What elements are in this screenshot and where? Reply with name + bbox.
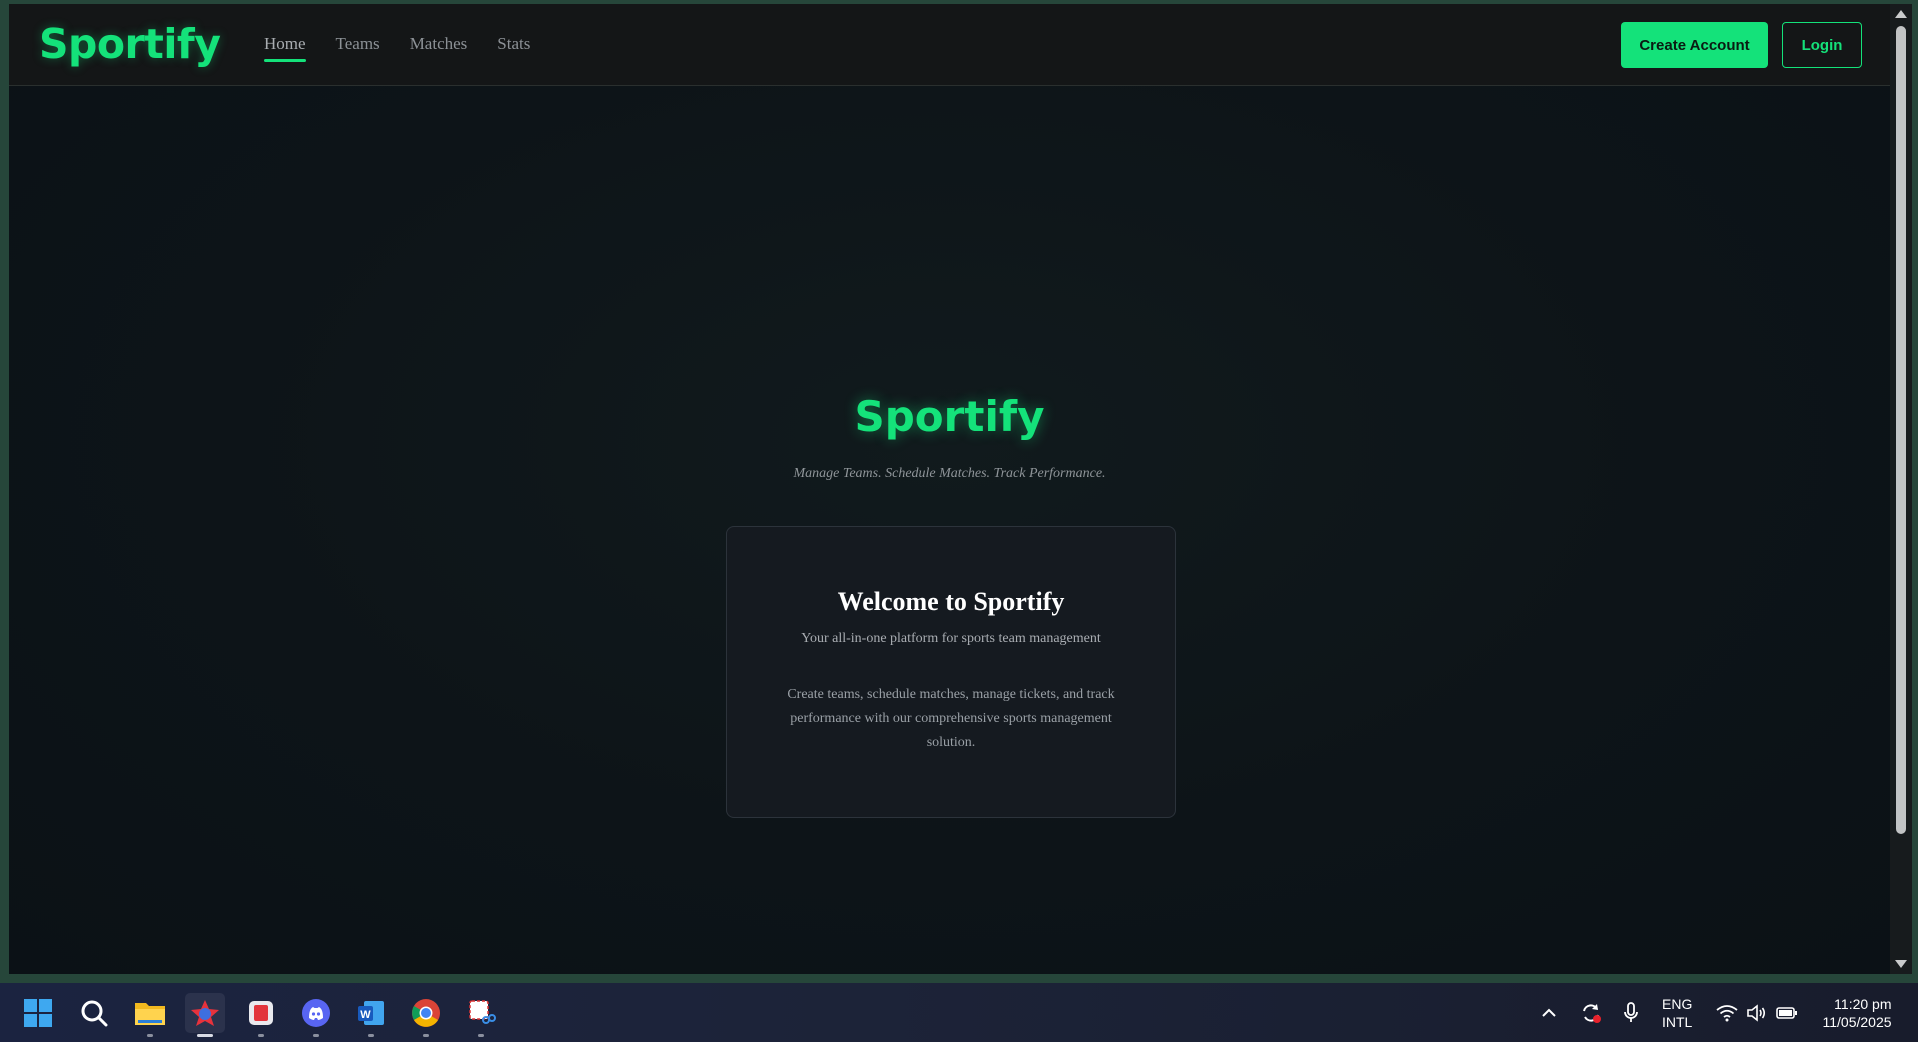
- nav-link-matches[interactable]: Matches: [410, 34, 468, 54]
- language-code: ENG: [1662, 995, 1693, 1012]
- tray-chevron-up-icon[interactable]: [1540, 983, 1558, 1042]
- language-indicator[interactable]: ENG INTL: [1662, 983, 1692, 1042]
- browser-viewport: Sportify Home Teams Matches Stats Create…: [9, 4, 1890, 974]
- scrollbar-thumb[interactable]: [1896, 26, 1906, 834]
- microphone-icon[interactable]: [1623, 983, 1639, 1042]
- login-button[interactable]: Login: [1782, 22, 1862, 68]
- taskbar: W ENG INTL 11:20 pm 11/05/2025: [0, 983, 1918, 1042]
- svg-text:W: W: [360, 1009, 371, 1021]
- volume-icon[interactable]: [1746, 983, 1766, 1042]
- scroll-up-arrow-icon[interactable]: [1895, 10, 1907, 18]
- running-indicator: [368, 1034, 374, 1037]
- sync-icon[interactable]: [1579, 983, 1603, 1042]
- nav-links: Home Teams Matches Stats: [264, 34, 530, 62]
- battery-icon[interactable]: [1776, 983, 1798, 1042]
- search-icon[interactable]: [74, 993, 114, 1033]
- top-nav: Sportify Home Teams Matches Stats Create…: [9, 4, 1890, 86]
- welcome-card-body: Create teams, schedule matches, manage t…: [787, 687, 1115, 750]
- welcome-card: Welcome to Sportify Your all-in-one plat…: [726, 526, 1176, 818]
- discord-icon[interactable]: [296, 993, 336, 1037]
- desktop-frame: Sportify Home Teams Matches Stats Create…: [0, 0, 1918, 983]
- hero-subtitle: Manage Teams. Schedule Matches. Track Pe…: [793, 466, 1106, 481]
- chrome-icon[interactable]: [406, 993, 446, 1037]
- nav-link-home[interactable]: Home: [264, 34, 306, 62]
- clock[interactable]: 11:20 pm 11/05/2025: [1812, 983, 1902, 1042]
- snipping-tool-icon[interactable]: [461, 993, 501, 1037]
- running-indicator: [423, 1034, 429, 1037]
- word-icon[interactable]: W: [351, 993, 391, 1037]
- red-app-icon[interactable]: [241, 993, 281, 1037]
- running-indicator: [478, 1034, 484, 1037]
- running-indicator: [258, 1034, 264, 1037]
- clock-time: 11:20 pm: [1834, 995, 1892, 1012]
- keyboard-layout: INTL: [1662, 1013, 1693, 1030]
- welcome-card-tagline: Your all-in-one platform for sports team…: [801, 631, 1101, 646]
- create-account-button[interactable]: Create Account: [1621, 22, 1768, 68]
- hero-title: Sportify: [854, 392, 1045, 441]
- running-indicator: [197, 1034, 213, 1037]
- clock-date: 11/05/2025: [1822, 1013, 1892, 1030]
- file-explorer-icon[interactable]: [130, 993, 170, 1037]
- welcome-card-title: Welcome to Sportify: [837, 587, 1065, 616]
- nav-link-stats[interactable]: Stats: [497, 34, 530, 54]
- wifi-icon[interactable]: [1716, 983, 1738, 1042]
- running-indicator: [313, 1034, 319, 1037]
- vertical-scrollbar[interactable]: [1890, 4, 1912, 974]
- running-indicator: [147, 1034, 153, 1037]
- nav-link-teams[interactable]: Teams: [336, 34, 380, 54]
- active-app-icon[interactable]: [185, 993, 225, 1037]
- scroll-down-arrow-icon[interactable]: [1895, 960, 1907, 968]
- windows-start-icon[interactable]: [18, 993, 58, 1033]
- brand-logo[interactable]: Sportify: [39, 20, 221, 68]
